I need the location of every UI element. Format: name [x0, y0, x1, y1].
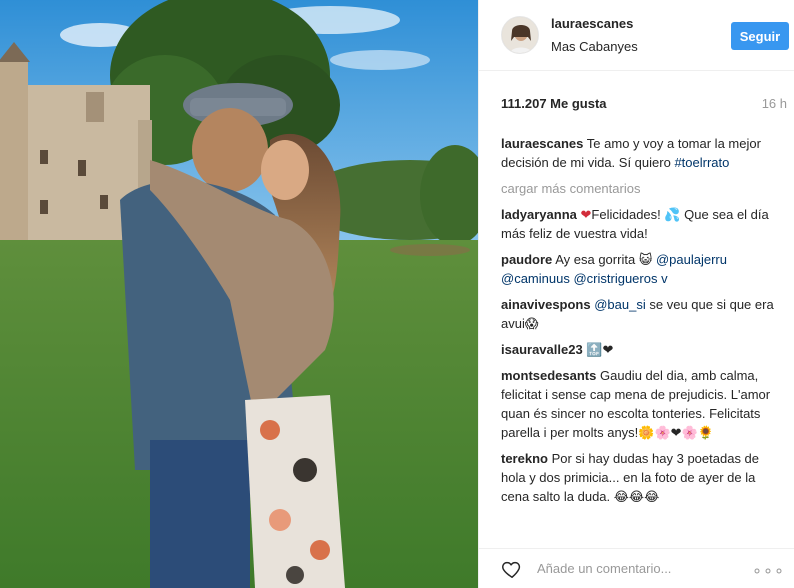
header-divider	[479, 70, 794, 71]
comment-mention[interactable]: @caminuus	[501, 271, 570, 286]
comment-item: montsedesants Gaudiu del dia, amb calma,…	[501, 366, 787, 442]
comment-username[interactable]: paudore	[501, 252, 552, 267]
comment-item: ainavivespons @bau_si se veu que si que …	[501, 295, 787, 333]
avatar-image	[502, 17, 538, 53]
add-comment-input[interactable]	[537, 561, 747, 576]
likes-count[interactable]: 111.207 Me gusta	[501, 96, 607, 111]
comment-username[interactable]: ladyaryanna	[501, 207, 577, 222]
comment-item: isauravalle23 🔝❤	[501, 340, 787, 359]
add-comment-row: ∘∘∘	[479, 548, 794, 588]
more-options-icon[interactable]: ∘∘∘	[752, 561, 785, 581]
comment-item: ladyaryanna ❤Felicidades! 💦 Que sea el d…	[501, 205, 787, 243]
comment-item: terekno Por si hay dudas hay 3 poetadas …	[501, 449, 787, 506]
comment-mention[interactable]: @bau_si	[594, 297, 646, 312]
post-header: lauraescanes Mas Cabanyes Seguir	[479, 0, 794, 70]
caption-username[interactable]: lauraescanes	[501, 136, 583, 151]
heart-outline-icon[interactable]	[501, 558, 523, 580]
comment-item: paudore Ay esa gorrita 😺 @paulajerru @ca…	[501, 250, 787, 288]
comment-text: 🔝❤	[586, 342, 614, 357]
heart-emoji: ❤	[580, 207, 592, 222]
comment-username[interactable]: isauravalle23	[501, 342, 583, 357]
caption: lauraescanes Te amo y voy a tomar la mej…	[501, 134, 787, 172]
comment-username[interactable]: terekno	[501, 451, 548, 466]
caption-hashtag[interactable]: #toelrrato	[674, 155, 729, 170]
post-side-panel: lauraescanes Mas Cabanyes Seguir 111.207…	[478, 0, 794, 588]
follow-button[interactable]: Seguir	[731, 22, 789, 50]
load-more-comments[interactable]: cargar más comentarios	[501, 179, 787, 198]
comment-username[interactable]: montsedesants	[501, 368, 596, 383]
time-ago[interactable]: 16 h	[762, 96, 791, 111]
comment-text: Ay esa gorrita 😺	[555, 252, 653, 267]
comment-username[interactable]: ainavivespons	[501, 297, 591, 312]
comment-mention[interactable]: @cristrigueros v	[573, 271, 667, 286]
comment-mention[interactable]: @paulajerru	[656, 252, 727, 267]
avatar[interactable]	[501, 16, 539, 54]
comments-list: lauraescanes Te amo y voy a tomar la mej…	[501, 134, 787, 513]
post-photo[interactable]	[0, 0, 478, 588]
post-image	[0, 0, 478, 588]
likes-row: 111.207 Me gusta 16 h	[501, 96, 791, 111]
